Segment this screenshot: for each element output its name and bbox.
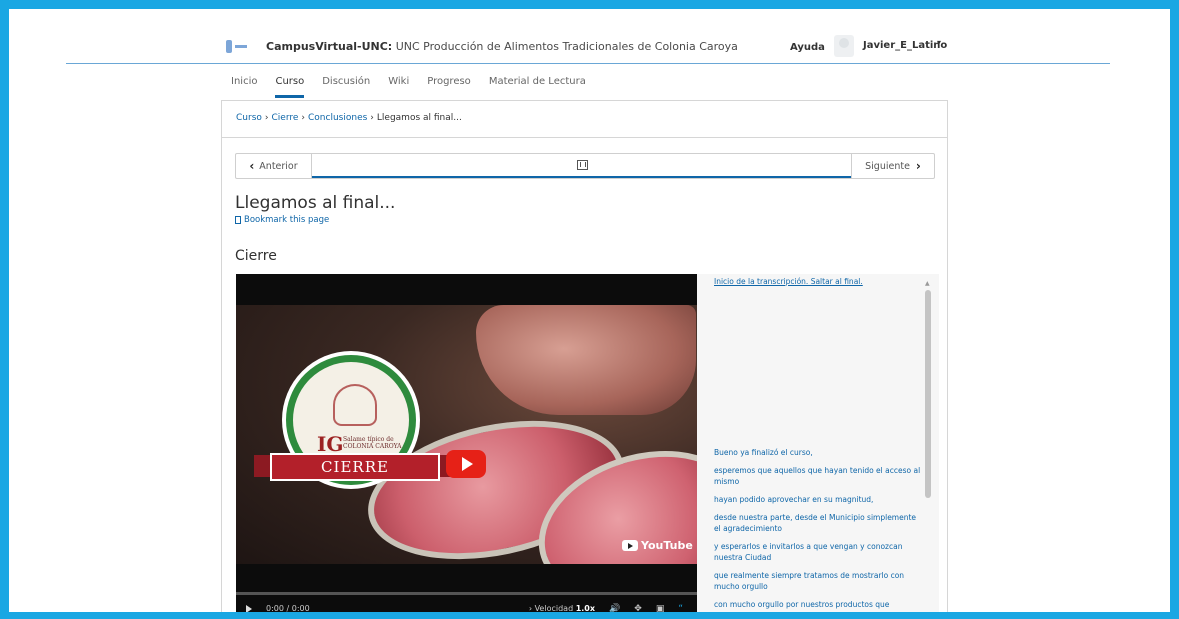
youtube-logo[interactable]: YouTube: [622, 539, 693, 552]
tab-curso[interactable]: Curso: [275, 76, 305, 98]
play-icon[interactable]: [246, 604, 252, 613]
breadcrumb-link-curso[interactable]: Curso: [236, 113, 262, 123]
course-name: UNC Producción de Alimentos Tradicionale…: [395, 40, 738, 53]
transcript-toggle-icon[interactable]: “: [678, 604, 683, 614]
transcript-line[interactable]: Bueno ya finalizó el curso,: [714, 447, 924, 458]
bookmark-icon: [235, 216, 241, 224]
youtube-play-button[interactable]: [446, 450, 486, 478]
transcript-skip-link[interactable]: Inicio de la transcripción. Saltar al fi…: [714, 277, 863, 286]
captions-icon[interactable]: ▣: [656, 604, 665, 614]
youtube-label: YouTube: [641, 539, 693, 552]
next-button[interactable]: Siguiente ›: [851, 154, 934, 178]
course-content-card: Curso › Cierre › Conclusiones › Llegamos al fi…: [221, 100, 948, 619]
bookmark-link[interactable]: Bookmark this page: [235, 215, 329, 225]
transcript-scrollbar[interactable]: ▲: [925, 280, 931, 619]
user-menu-caret-icon[interactable]: ▾: [937, 38, 941, 47]
speed-value: 1.0x: [575, 604, 596, 613]
ham-image: [476, 305, 696, 415]
breadcrumb: Curso › Cierre › Conclusiones › Llegamos al fi…: [236, 113, 462, 123]
breadcrumb-current: Llegamos al final...: [376, 113, 462, 123]
help-link[interactable]: Ayuda: [790, 42, 825, 53]
speed-label: Velocidad: [534, 604, 574, 613]
tab-inicio[interactable]: Inicio: [231, 76, 265, 98]
section-title: Cierre: [235, 248, 277, 264]
seal-figure: [333, 384, 377, 426]
next-label: Siguiente: [865, 160, 910, 172]
transcript-line[interactable]: con mucho orgullo por nuestros productos…: [714, 599, 924, 610]
video-controls: 0:00 / 0:00 › Velocidad 1.0x 🔊 ✥ ▣ “: [236, 596, 697, 619]
transcript-line[interactable]: hayan podido aprovechar en su magnitud,: [714, 494, 924, 505]
tab-wiki[interactable]: Wiki: [388, 76, 417, 98]
campus-logo-icon[interactable]: [226, 39, 256, 54]
site-name: CampusVirtual-UNC:: [266, 40, 393, 53]
volume-icon[interactable]: 🔊: [609, 604, 620, 614]
video-progress-bar[interactable]: [236, 592, 697, 595]
transcript-line[interactable]: desde nuestra parte, desde el Municipio …: [714, 512, 924, 534]
sequence-nav: ‹ Anterior Siguiente ›: [235, 153, 935, 179]
chevron-right-icon: ›: [915, 159, 921, 173]
username-menu[interactable]: Javier_E_Latino: [863, 40, 947, 51]
video-thumbnail[interactable]: IG Salame típico de COLONIA CAROYA CIERR…: [236, 305, 697, 564]
video-player[interactable]: IG Salame típico de COLONIA CAROYA CIERR…: [236, 274, 697, 619]
avatar[interactable]: [834, 35, 854, 57]
previous-label: Anterior: [259, 160, 298, 172]
transcript-panel: Inicio de la transcripción. Saltar al fi…: [697, 274, 939, 619]
breadcrumb-separator: ›: [301, 113, 306, 123]
breadcrumb-separator: ›: [264, 113, 269, 123]
course-title: CampusVirtual-UNC: UNC Producción de Ali…: [266, 40, 738, 53]
scrollbar-thumb[interactable]: [925, 290, 931, 498]
tab-discusion[interactable]: Discusión: [322, 76, 378, 98]
speed-control[interactable]: › Velocidad 1.0x: [529, 604, 595, 613]
bookmark-label: Bookmark this page: [244, 215, 330, 225]
breadcrumb-separator: ›: [370, 113, 374, 123]
previous-button[interactable]: ‹ Anterior: [236, 154, 312, 178]
video-icon: [576, 160, 588, 170]
divider: [222, 137, 947, 138]
seal-caption: Salame típico de COLONIA CAROYA: [343, 436, 402, 450]
unit-tab-video[interactable]: [312, 154, 852, 178]
fullscreen-icon[interactable]: ✥: [634, 604, 642, 614]
course-tabs: Inicio Curso Discusión Wiki Progreso Mat…: [231, 76, 604, 98]
site-header: CampusVirtual-UNC: UNC Producción de Ali…: [66, 30, 1110, 64]
transcript-lines: Bueno ya finalizó el curso, esperemos qu…: [714, 447, 924, 617]
scroll-up-icon[interactable]: ▲: [925, 280, 930, 287]
transcript-line[interactable]: y esperarlos e invitarlos a que vengan y…: [714, 541, 924, 563]
tab-progreso[interactable]: Progreso: [427, 76, 479, 98]
page-title: Llegamos al final...: [235, 193, 396, 213]
video-time: 0:00 / 0:00: [266, 604, 310, 613]
transcript-line[interactable]: que realmente siempre tratamos de mostra…: [714, 570, 924, 592]
youtube-icon: [622, 540, 638, 551]
breadcrumb-link-cierre[interactable]: Cierre: [272, 113, 299, 123]
ribbon-text: CIERRE: [321, 458, 389, 476]
cierre-ribbon: CIERRE: [270, 453, 440, 481]
breadcrumb-link-conclusiones[interactable]: Conclusiones: [308, 113, 367, 123]
transcript-line[interactable]: esperemos que aquellos que hayan tenido …: [714, 465, 924, 487]
tab-material-de-lectura[interactable]: Material de Lectura: [489, 76, 594, 98]
chevron-left-icon: ‹: [249, 159, 255, 173]
